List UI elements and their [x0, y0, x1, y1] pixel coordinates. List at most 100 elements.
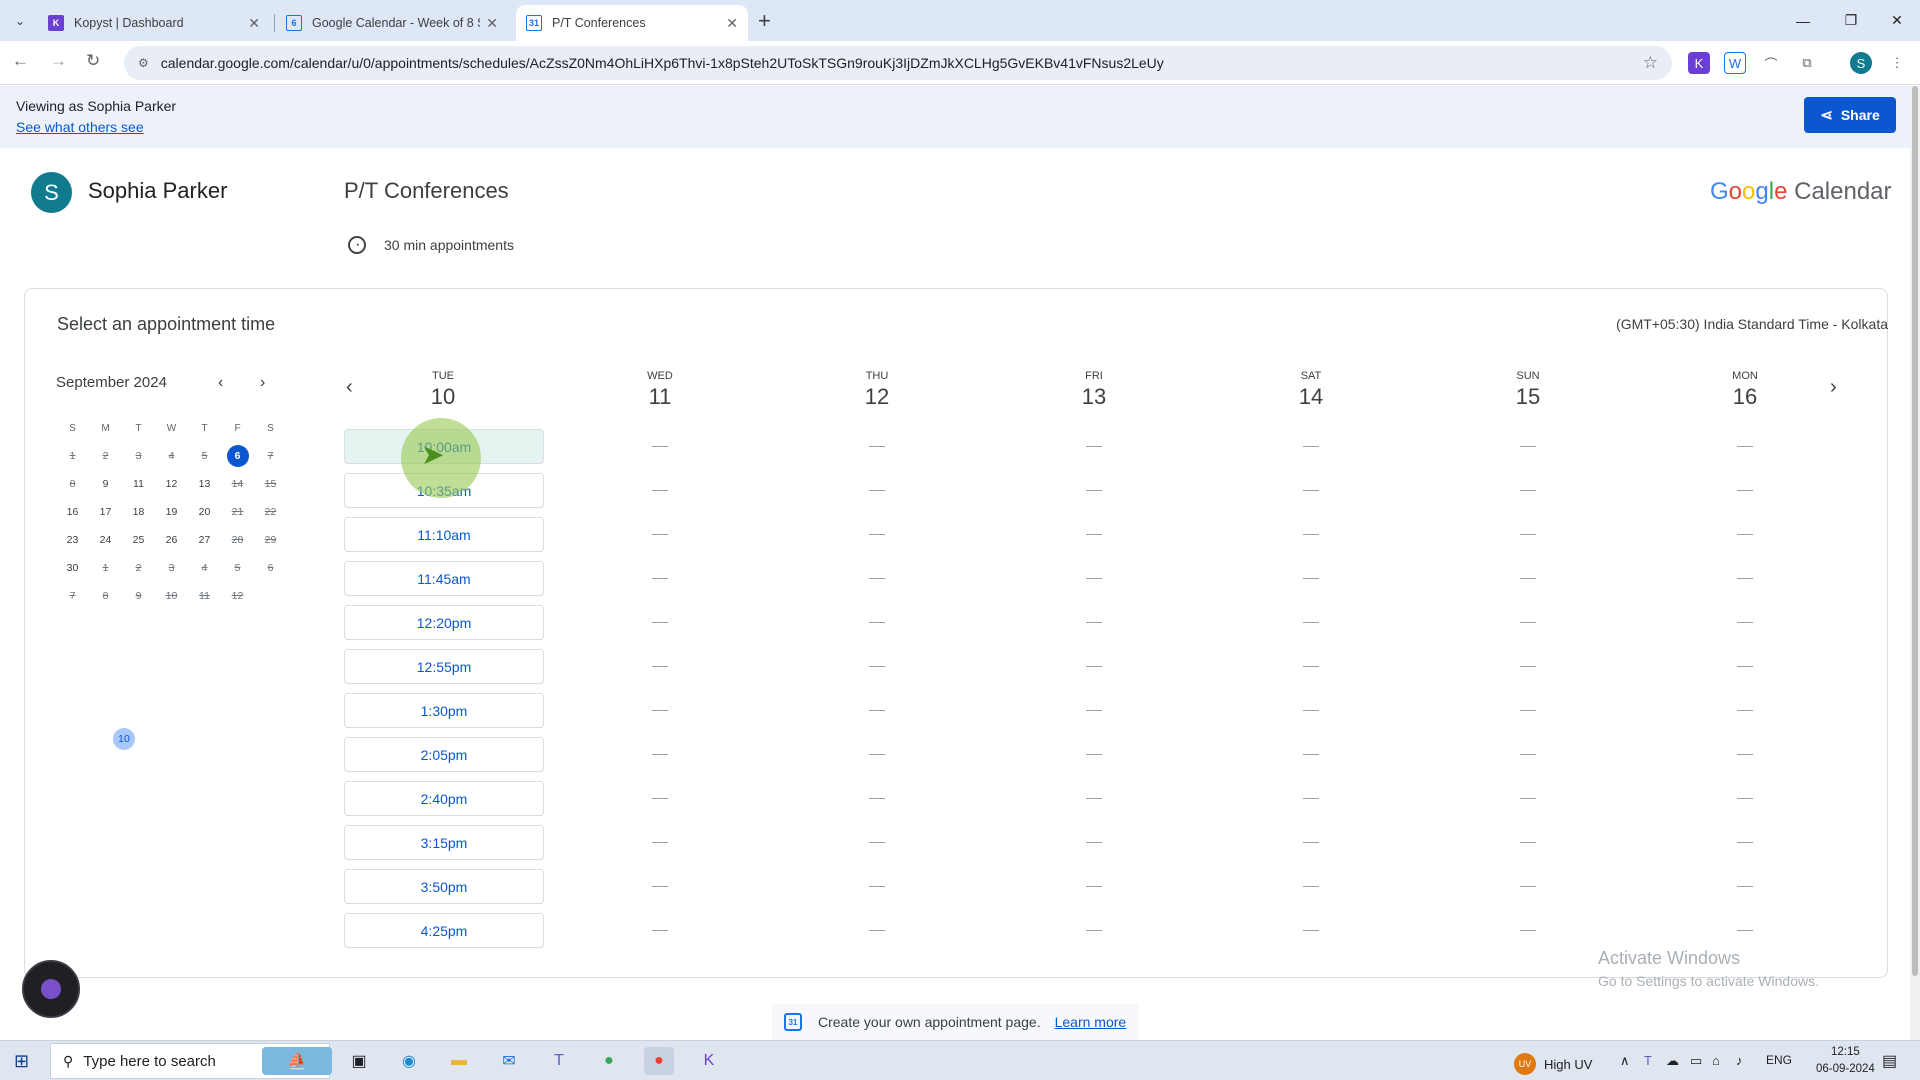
browser-menu-icon[interactable]: ⋮ [1886, 52, 1908, 74]
mini-calendar-day[interactable]: 11 [122, 470, 155, 498]
time-slot-button[interactable]: 12:55pm [344, 649, 544, 684]
mini-calendar-day[interactable]: 17 [89, 498, 122, 526]
mini-calendar-day[interactable]: 10 [113, 728, 135, 750]
address-bar[interactable]: ⚙ calendar.google.com/calendar/u/0/appoi… [124, 46, 1672, 80]
no-availability-dash [1737, 842, 1753, 843]
mini-calendar-day[interactable]: 23 [56, 526, 89, 554]
teams-icon[interactable]: T [544, 1047, 574, 1075]
time-slot-button[interactable]: 11:10am [344, 517, 544, 552]
site-info-icon[interactable]: ⚙ [138, 56, 149, 70]
mini-calendar-day[interactable]: 27 [188, 526, 221, 554]
mail-icon[interactable]: ✉ [494, 1047, 524, 1075]
mini-calendar-day: 8 [56, 470, 89, 498]
close-window-icon[interactable]: ✕ [1874, 0, 1920, 41]
mini-calendar-day: 2 [122, 554, 155, 582]
see-what-others-see-link[interactable]: See what others see [16, 119, 144, 135]
no-availability-dash [1086, 930, 1102, 931]
share-button[interactable]: ⋖ Share [1804, 97, 1896, 133]
forward-icon[interactable]: → [50, 51, 67, 71]
mini-calendar-day-label: 10 [113, 728, 135, 750]
restore-icon[interactable]: ❐ [1828, 0, 1874, 41]
chrome-active-icon[interactable]: ● [644, 1047, 674, 1075]
time-slot-button[interactable]: 4:25pm [344, 913, 544, 948]
mini-calendar-day: 8 [89, 582, 122, 610]
mini-calendar-day[interactable]: 30 [56, 554, 89, 582]
no-availability-dash [652, 710, 668, 711]
windows-start-icon[interactable]: ⊞ [14, 1051, 29, 1072]
no-availability-dash [1520, 534, 1536, 535]
no-availability-dash [869, 534, 885, 535]
reload-icon[interactable]: ↻ [86, 51, 100, 71]
mini-calendar-day[interactable]: 16 [56, 498, 89, 526]
prev-month-icon[interactable]: ‹ [218, 374, 223, 392]
no-availability-dash [1086, 534, 1102, 535]
mini-calendar-day[interactable]: 25 [122, 526, 155, 554]
learn-more-link[interactable]: Learn more [1055, 1014, 1127, 1030]
uv-icon: UV [1514, 1053, 1536, 1075]
tab-google-calendar-week[interactable]: 6 Google Calendar - Week of 8 S ✕ [276, 5, 508, 41]
tab-search-chevron-icon[interactable]: ⌄ [8, 9, 32, 33]
mini-calendar-day: 29 [254, 526, 287, 554]
extensions-puzzle-icon[interactable]: ⧉ [1796, 52, 1818, 74]
arc-extension-icon[interactable]: ⌒ [1760, 52, 1782, 74]
mini-calendar-grid: S M T W T F S 1 2 3 4 5 6 7 8 9 10 11 12 13 14 15 16 17 18 19 20 21… [56, 414, 287, 750]
bookmark-star-icon[interactable]: ☆ [1643, 53, 1658, 73]
kopyst-extension-icon[interactable]: K [1688, 52, 1710, 74]
no-availability-dash [1303, 446, 1319, 447]
profile-avatar[interactable]: S [1850, 52, 1872, 74]
time-slot-button[interactable]: 12:20pm [344, 605, 544, 640]
clock[interactable]: 12:15 06-09-2024 [1816, 1044, 1875, 1078]
new-tab-icon[interactable]: + [758, 8, 771, 34]
mini-calendar-day[interactable]: 18 [122, 498, 155, 526]
next-week-icon[interactable]: › [1830, 376, 1837, 399]
page-scrollbar[interactable] [1910, 86, 1920, 1040]
file-explorer-icon[interactable]: ▬ [444, 1047, 474, 1075]
close-tab-icon[interactable]: ✕ [726, 15, 738, 32]
close-tab-icon[interactable]: ✕ [486, 15, 498, 32]
day-header-fri: FRI 13 [1044, 370, 1144, 410]
kopyst-taskbar-icon[interactable]: K [694, 1047, 724, 1075]
mini-calendar-day: 4 [188, 554, 221, 582]
time-slot-button[interactable]: 1:30pm [344, 693, 544, 728]
mini-calendar-day[interactable]: 26 [155, 526, 188, 554]
time-slot-button[interactable]: 3:15pm [344, 825, 544, 860]
tab-kopyst[interactable]: K Kopyst | Dashboard ✕ [38, 5, 270, 41]
close-tab-icon[interactable]: ✕ [248, 15, 260, 32]
weather-widget[interactable]: UV High UV [1514, 1053, 1592, 1075]
volume-icon[interactable]: ♪ [1736, 1053, 1743, 1068]
notifications-icon[interactable]: ▤ [1882, 1051, 1897, 1071]
prev-week-icon[interactable]: ‹ [346, 376, 353, 399]
minimize-icon[interactable]: — [1780, 0, 1826, 41]
next-month-icon[interactable]: › [260, 374, 265, 392]
onedrive-icon[interactable]: ☁ [1666, 1053, 1679, 1069]
mini-calendar-day[interactable]: 19 [155, 498, 188, 526]
language-indicator[interactable]: ENG [1766, 1053, 1792, 1067]
pointer-arrow-icon: ➤ [421, 439, 445, 470]
chrome-icon[interactable]: ● [594, 1047, 624, 1075]
mini-calendar-day[interactable]: 24 [89, 526, 122, 554]
edge-icon[interactable]: ◉ [394, 1047, 424, 1075]
time-slot-button[interactable]: 2:05pm [344, 737, 544, 772]
network-icon[interactable]: ⌂ [1712, 1053, 1720, 1068]
time-slot-button[interactable]: 3:50pm [344, 869, 544, 904]
scrollbar-thumb[interactable] [1912, 86, 1918, 976]
show-hidden-icons-icon[interactable]: ∧ [1620, 1053, 1630, 1069]
docs-extension-icon[interactable]: W [1724, 52, 1746, 74]
search-highlight-image: ⛵ [262, 1047, 332, 1075]
mini-calendar-day[interactable]: 20 [188, 498, 221, 526]
back-icon[interactable]: ← [12, 51, 29, 71]
battery-icon[interactable]: ▭ [1690, 1053, 1702, 1069]
assistant-bubble[interactable] [22, 960, 80, 1018]
timezone-label[interactable]: (GMT+05:30) India Standard Time - Kolkat… [1616, 316, 1888, 332]
time-slot-button[interactable]: 2:40pm [344, 781, 544, 816]
time-slot-button[interactable]: 11:45am [344, 561, 544, 596]
teams-tray-icon[interactable]: T [1644, 1053, 1652, 1068]
mini-calendar-day[interactable]: 12 [155, 470, 188, 498]
no-availability-dash [652, 534, 668, 535]
mini-calendar-day[interactable]: 9 [89, 470, 122, 498]
mini-calendar-day-label: 28 [231, 534, 244, 546]
tab-pt-conferences[interactable]: 31 P/T Conferences ✕ [516, 5, 748, 41]
mini-calendar-day[interactable]: 13 [188, 470, 221, 498]
mini-calendar-day: 11 [188, 582, 221, 610]
task-view-icon[interactable]: ▣ [344, 1047, 374, 1075]
